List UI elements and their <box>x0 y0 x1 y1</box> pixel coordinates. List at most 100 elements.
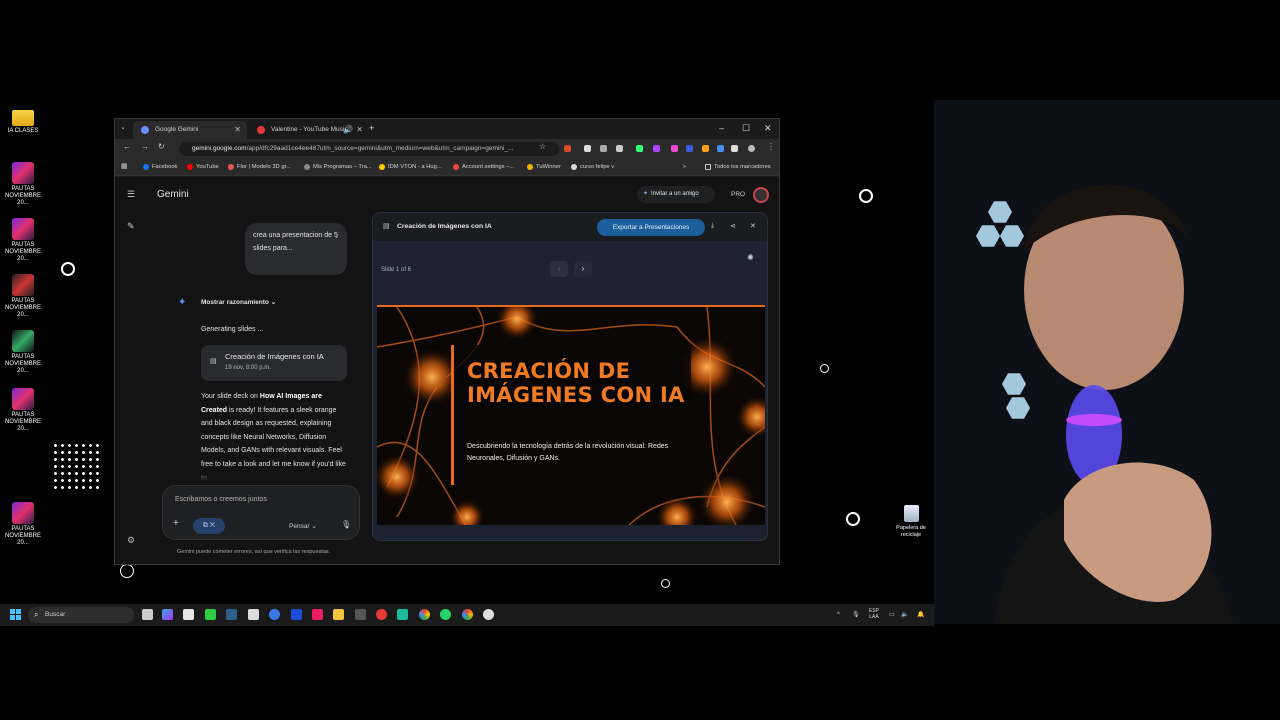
export-to-slides-button[interactable]: Exportar a Presentaciones <box>597 219 705 236</box>
tab-youtube-music[interactable]: Valentine - YouTube Music 🔊 ✕ <box>249 121 369 139</box>
extension-icon[interactable] <box>731 145 738 152</box>
model-mode-selector[interactable]: Pensar ⌄ <box>289 522 317 530</box>
invite-friend-button[interactable]: Invitar a un amigo <box>637 186 715 203</box>
download-icon[interactable]: ⤓ <box>711 222 714 230</box>
previous-slide-button[interactable]: ‹ <box>550 261 568 277</box>
microphone-icon[interactable]: 🎙 <box>341 520 351 529</box>
extension-icon[interactable] <box>616 145 623 152</box>
taskbar-search[interactable]: Buscar <box>28 607 134 623</box>
app-icon[interactable] <box>397 609 408 620</box>
bookmark-item[interactable]: TuWinner <box>527 158 561 176</box>
app-icon[interactable] <box>291 609 302 620</box>
desktop-icon-pautas[interactable]: PAUTAS NOVIEMBRE 20... <box>2 162 44 207</box>
app-icon[interactable] <box>483 609 494 620</box>
network-icon[interactable]: ▭ <box>889 604 895 626</box>
app-icon[interactable] <box>376 609 387 620</box>
task-view-icon[interactable] <box>142 609 153 620</box>
back-icon[interactable]: ← <box>123 142 131 151</box>
file-explorer-icon[interactable] <box>333 609 344 620</box>
desktop-icon-pautas[interactable]: PAUTAS NOVIEMBRE 20... <box>2 388 44 433</box>
speaker-icon[interactable]: 🔊 <box>343 121 353 139</box>
close-tab-icon[interactable]: ✕ <box>234 121 241 139</box>
store-icon[interactable] <box>183 609 194 620</box>
bookmark-item[interactable]: Flor | Modelo 3D gr... <box>228 158 291 176</box>
apps-grid-icon[interactable]: ▦ <box>121 162 128 170</box>
app-icon[interactable] <box>269 609 280 620</box>
next-slide-button[interactable]: › <box>574 261 592 277</box>
add-attachment-icon[interactable]: + <box>173 518 179 529</box>
new-chat-icon[interactable]: ✎ <box>127 221 135 232</box>
forward-icon[interactable]: → <box>141 142 149 151</box>
recycle-bin[interactable]: Papelera de reciclaje <box>895 505 927 538</box>
reload-icon[interactable]: ↻ <box>158 142 165 151</box>
chrome-icon[interactable] <box>462 609 473 620</box>
folder-icon <box>705 164 711 170</box>
bookmark-item[interactable]: Facebook <box>143 158 177 176</box>
close-tab-icon[interactable]: ✕ <box>356 121 363 139</box>
all-bookmarks[interactable]: Todos los marcadores <box>705 158 771 176</box>
desktop-icon-label: IA CLASES <box>7 128 39 134</box>
profile-icon[interactable] <box>748 145 755 152</box>
app-icon[interactable] <box>205 609 216 620</box>
remove-tool-icon[interactable]: ✕ <box>210 522 215 529</box>
extension-icon[interactable] <box>600 145 607 152</box>
copilot-icon[interactable] <box>162 609 173 620</box>
volume-icon[interactable]: 🔈 <box>901 604 908 626</box>
desktop-icon-label: PAUTAS NOVIEMBRE 20... <box>4 186 41 206</box>
bookmark-item[interactable]: Account settings –... <box>453 158 514 176</box>
tab-google-gemini[interactable]: Google Gemini ✕ <box>133 121 247 139</box>
sparkle-icon[interactable]: ✺ <box>747 253 754 262</box>
tray-overflow-icon[interactable]: ^ <box>837 604 840 626</box>
bookmark-item[interactable]: IDM VTON - a Hug... <box>379 158 442 176</box>
tab-search-icon[interactable]: ⌄ <box>120 123 126 131</box>
menu-hamburger-icon[interactable]: ☰ <box>127 189 135 200</box>
active-tool-chip[interactable]: ⧉ ✕ <box>193 518 225 534</box>
extension-icon[interactable] <box>671 145 678 152</box>
extension-icon[interactable] <box>702 145 709 152</box>
extension-icon[interactable] <box>636 145 643 152</box>
app-icon[interactable] <box>355 609 366 620</box>
input-language[interactable]: ESP LAA <box>869 608 879 620</box>
bookmark-item[interactable]: YouTube <box>187 158 219 176</box>
share-icon[interactable]: ⋖ <box>730 222 736 230</box>
microphone-tray-icon[interactable]: 🎙 <box>852 604 860 626</box>
expand-chevron-icon[interactable]: ⌄ <box>334 231 339 244</box>
extension-icon[interactable] <box>564 145 571 152</box>
bookmark-star-icon[interactable]: ☆ <box>539 142 546 151</box>
settings-gear-icon[interactable]: ⚙ <box>127 535 135 546</box>
minimize-icon[interactable]: – <box>719 119 724 137</box>
new-tab-icon[interactable]: + <box>369 119 374 137</box>
extension-icon[interactable] <box>686 145 693 152</box>
more-bookmarks-icon[interactable]: » <box>683 158 686 176</box>
extension-icon[interactable] <box>717 145 724 152</box>
desktop-icon-pautas[interactable]: PAUTAS NOVIEMBRE 20... <box>2 218 44 263</box>
bookmark-item[interactable]: curso felipe v <box>571 158 614 176</box>
model-mode-label: Pensar <box>289 523 310 530</box>
desktop-icon-ia-clases[interactable]: IA CLASES <box>2 106 44 135</box>
desktop-icon-pautas[interactable]: PAUTAS NOVIEMBRE 20... <box>2 274 44 319</box>
prompt-input[interactable]: Escribamos o creemos juntos <box>175 496 267 503</box>
pro-badge: PRO <box>731 191 746 198</box>
steam-icon[interactable] <box>226 609 237 620</box>
notification-bell-icon[interactable]: 🔔 <box>917 604 924 626</box>
bookmark-item[interactable]: Mis Programas – Tra... <box>304 158 372 176</box>
desktop-icon-pautas[interactable]: PAUTAS NOVIEMBRE 20... <box>2 502 44 547</box>
show-reasoning-toggle[interactable]: Mostrar razonamiento ⌄ <box>201 298 276 306</box>
menu-kebab-icon[interactable]: ⋮ <box>767 142 775 151</box>
url-field[interactable]: gemini.google.com/app/dfc29aad1ce4ee487u… <box>179 142 559 156</box>
tiktok-icon[interactable] <box>312 609 323 620</box>
slide-deck-chip[interactable]: ▤ Creación de Imágenes con IA 19 nov, 8:… <box>201 345 347 381</box>
bookmark-label: Mis Programas – Tra... <box>313 164 372 170</box>
maximize-icon[interactable]: ☐ <box>742 119 750 137</box>
chrome-icon[interactable] <box>419 609 430 620</box>
close-panel-icon[interactable]: ✕ <box>750 222 756 230</box>
prompt-composer[interactable]: Escribamos o creemos juntos + ⧉ ✕ Pensar… <box>162 485 360 540</box>
extension-icon[interactable] <box>653 145 660 152</box>
desktop-icon-pautas[interactable]: PAUTAS NOVIEMBRE 20... <box>2 330 44 375</box>
avatar[interactable] <box>753 187 769 203</box>
app-icon[interactable] <box>248 609 259 620</box>
whatsapp-icon[interactable] <box>440 609 451 620</box>
extension-icon[interactable] <box>584 145 591 152</box>
windows-start-icon[interactable] <box>10 609 21 620</box>
close-window-icon[interactable]: ✕ <box>764 119 772 137</box>
